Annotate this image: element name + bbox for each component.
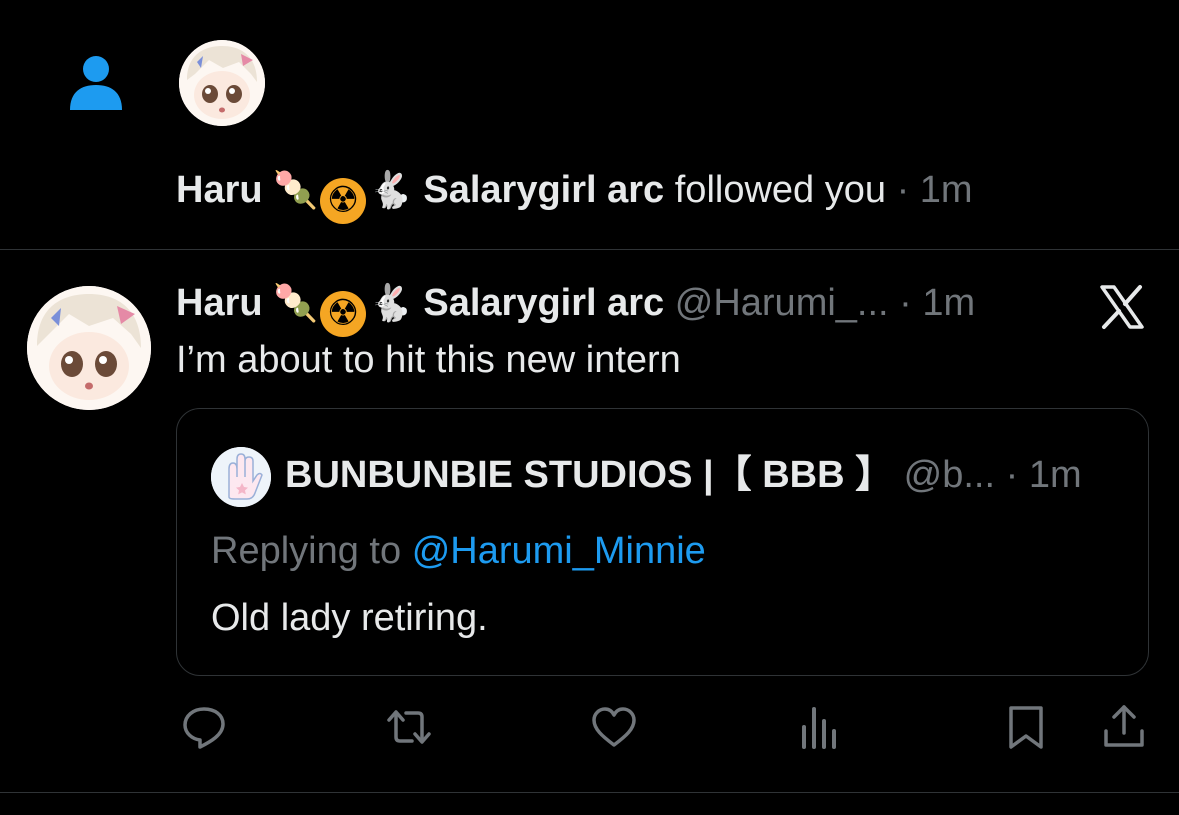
follower-name[interactable]: Haru bbox=[176, 169, 263, 211]
rabbit-emoji: 🐇 bbox=[367, 283, 413, 324]
tweet-time[interactable]: 1m bbox=[922, 282, 975, 324]
separator-dot: · bbox=[896, 169, 910, 211]
retweet-icon bbox=[387, 710, 431, 744]
quoted-author-name[interactable]: BUNBUNBIE STUDIOS |【 BBB 】 bbox=[285, 454, 893, 496]
follower-avatar[interactable] bbox=[179, 40, 265, 126]
divider bbox=[0, 792, 1179, 793]
retweet-button[interactable] bbox=[385, 703, 433, 751]
follow-time: 1m bbox=[919, 169, 973, 211]
divider bbox=[0, 249, 1179, 250]
bookmark-button[interactable] bbox=[1002, 703, 1050, 751]
follow-notification[interactable]: Haru 🍡 ☢ 🐇 Salarygirl arc followed you · 1… bbox=[0, 0, 1179, 249]
replying-to: Replying to @Harumi_Minnie bbox=[211, 527, 706, 575]
replying-to-label: Replying to bbox=[211, 530, 402, 572]
tweet-text: I’m about to hit this new intern bbox=[176, 339, 681, 381]
share-icon bbox=[1104, 705, 1144, 747]
views-icon bbox=[802, 707, 836, 749]
separator-dot: · bbox=[1005, 454, 1019, 496]
reply-button[interactable] bbox=[180, 703, 228, 751]
follow-action-text: followed you bbox=[674, 169, 886, 211]
follower-name-suffix[interactable]: Salarygirl arc bbox=[423, 169, 664, 211]
dango-emoji: 🍡 bbox=[273, 283, 318, 324]
dango-emoji: 🍡 bbox=[273, 170, 318, 211]
tweet-author-name[interactable]: Haru bbox=[176, 282, 263, 324]
radioactive-emoji: ☢ bbox=[319, 291, 366, 337]
like-icon bbox=[592, 707, 636, 747]
tweet-author-name-suffix[interactable]: Salarygirl arc bbox=[423, 282, 664, 324]
quoted-tweet-header: BUNBUNBIE STUDIOS |【 BBB 】 @b... · 1m bbox=[285, 451, 1082, 499]
follow-notification-text: Haru 🍡 ☢ 🐇 Salarygirl arc followed you · 1… bbox=[176, 166, 973, 224]
x-logo-icon bbox=[1098, 283, 1146, 331]
radioactive-emoji: ☢ bbox=[319, 178, 366, 224]
tweet-author-handle[interactable]: @Harumi_... bbox=[675, 282, 889, 324]
rabbit-emoji: 🐇 bbox=[367, 170, 413, 211]
quoted-tweet-text: Old lady retiring. bbox=[211, 597, 488, 639]
bookmark-icon bbox=[1009, 706, 1043, 749]
quoted-tweet-card[interactable]: BUNBUNBIE STUDIOS |【 BBB 】 @b... · 1m Re… bbox=[176, 408, 1149, 676]
quoted-tweet-time: 1m bbox=[1028, 454, 1082, 496]
tweet-author-avatar[interactable] bbox=[27, 286, 151, 410]
quoted-author-avatar bbox=[211, 447, 271, 507]
replying-to-handle-link[interactable]: @Harumi_Minnie bbox=[412, 530, 706, 572]
separator-dot: · bbox=[899, 282, 912, 324]
quoted-author-handle[interactable]: @b... bbox=[904, 454, 995, 496]
notifications-page: Haru 🍡 ☢ 🐇 Salarygirl arc followed you · 1… bbox=[0, 0, 1179, 815]
views-button[interactable] bbox=[796, 703, 844, 751]
tweet-header: Haru 🍡 ☢ 🐇 Salarygirl arc @Harumi_... · 1m bbox=[176, 279, 975, 337]
like-button[interactable] bbox=[590, 703, 638, 751]
share-button[interactable] bbox=[1100, 703, 1148, 751]
person-icon bbox=[66, 52, 126, 112]
reply-icon bbox=[183, 707, 225, 749]
